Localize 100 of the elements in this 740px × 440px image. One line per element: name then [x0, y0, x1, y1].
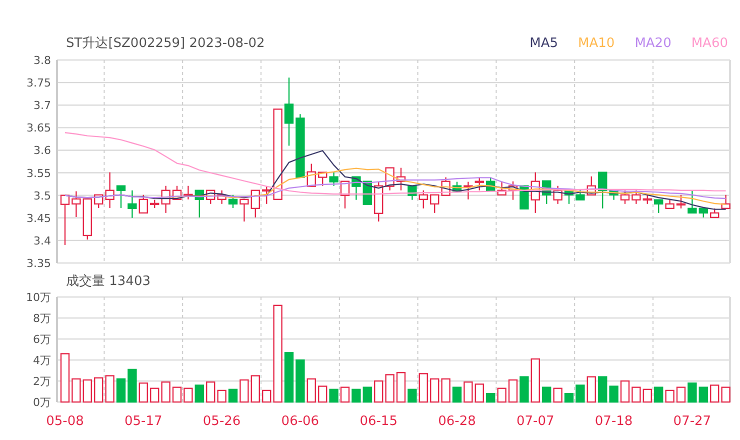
volume-bar: [441, 378, 450, 403]
candlestick: [452, 182, 462, 192]
volume-bar: [418, 373, 428, 403]
candlestick: [340, 180, 350, 208]
volume-bar: [318, 386, 328, 403]
axis-label: 3.45: [26, 212, 51, 225]
volume-bar: [206, 381, 216, 403]
volume-bar: [676, 386, 686, 403]
volume-bar: [250, 375, 260, 403]
candlestick: [576, 190, 585, 200]
date-label: 05-17: [124, 414, 162, 429]
axis-label: 3.6: [34, 144, 51, 158]
volume-bar: [564, 393, 574, 403]
axis-label: 6万: [33, 333, 51, 346]
date-label: 06-28: [438, 414, 476, 429]
volume-bar: [486, 393, 496, 403]
volume-bar: [710, 384, 720, 403]
volume-bar: [698, 386, 708, 403]
volume-bar: [217, 390, 226, 403]
volume-bar: [576, 384, 585, 403]
candlestick: [352, 176, 361, 200]
axis-label: 3.4: [34, 234, 51, 248]
candlestick: [676, 194, 686, 208]
volume-bar: [396, 372, 406, 403]
volume-bar: [194, 384, 204, 403]
candlestick: [408, 185, 417, 200]
volume-bar: [138, 382, 148, 403]
volume-bar: [284, 352, 294, 403]
volume-bar: [72, 378, 81, 403]
candlestick: [530, 172, 540, 213]
volume-bar: [306, 378, 316, 403]
date-label: 07-27: [673, 414, 712, 429]
volume-bar: [654, 386, 664, 403]
date-label: 06-15: [360, 414, 398, 429]
candlestick: [497, 181, 506, 196]
volume-bar: [632, 386, 641, 403]
volume-bar: [385, 374, 394, 403]
volume-bar: [665, 390, 674, 403]
volume-bar: [598, 376, 608, 403]
date-label: 07-07: [516, 414, 554, 429]
volume-bar: [94, 377, 104, 403]
volume-bar: [116, 378, 126, 403]
candlestick: [620, 190, 630, 204]
candlestick: [105, 172, 114, 208]
volume-bar: [329, 388, 338, 403]
legend-item: MA5: [530, 36, 558, 52]
volume-bar: [128, 368, 137, 403]
candlestick: [250, 190, 260, 218]
volume-bar: [374, 380, 384, 403]
legend-item: MA10: [578, 36, 615, 52]
date-label: 06-06: [281, 414, 320, 429]
volume-bar: [430, 378, 440, 403]
candlestick: [94, 194, 104, 208]
volume-bar: [296, 359, 305, 403]
candlestick: [710, 208, 720, 218]
volume-bar: [464, 381, 473, 403]
candlestick: [318, 172, 328, 186]
candlestick: [564, 190, 574, 204]
volume-bar: [362, 386, 372, 403]
candlestick: [262, 186, 272, 204]
volume-bar: [408, 388, 417, 403]
candlestick: [508, 181, 518, 200]
candlestick: [586, 176, 596, 196]
candlestick: [698, 208, 708, 218]
candlestick: [542, 180, 552, 204]
candlestick: [474, 177, 484, 190]
axis-label: 4万: [33, 354, 51, 367]
candlestick: [184, 186, 193, 200]
candlestick: [172, 186, 182, 200]
volume-bar: [688, 382, 697, 403]
axis-label: 10万: [26, 292, 51, 304]
volume-bar: [172, 386, 182, 403]
volume-title: 成交量 13403: [66, 273, 150, 292]
volume-bar: [340, 386, 350, 403]
date-label: 07-18: [594, 414, 633, 429]
candlestick: [721, 194, 730, 210]
volume-bar: [508, 379, 518, 403]
volume-bar: [586, 376, 596, 403]
legend-item: MA60: [691, 36, 728, 52]
volume-bar: [352, 388, 361, 403]
candlestick: [116, 185, 126, 208]
legend-item: MA20: [634, 36, 672, 52]
candlestick: [240, 198, 249, 222]
candlestick: [486, 177, 496, 191]
candlestick: [430, 194, 440, 213]
volume-bar: [240, 379, 249, 403]
candlestick: [598, 172, 608, 208]
candlestick: [688, 190, 697, 214]
volume-bar: [553, 388, 562, 403]
candlestick: [553, 186, 562, 204]
candlestick: [128, 190, 137, 218]
candlestick: [228, 194, 238, 208]
axis-label: 0万: [33, 396, 51, 409]
candlestick: [665, 200, 674, 210]
candlestick: [642, 194, 652, 204]
axis-label: 8万: [33, 312, 51, 325]
candlestick: [374, 182, 384, 222]
volume-bar: [642, 388, 652, 403]
volume-bar: [530, 358, 540, 403]
volume-bar: [60, 353, 70, 403]
